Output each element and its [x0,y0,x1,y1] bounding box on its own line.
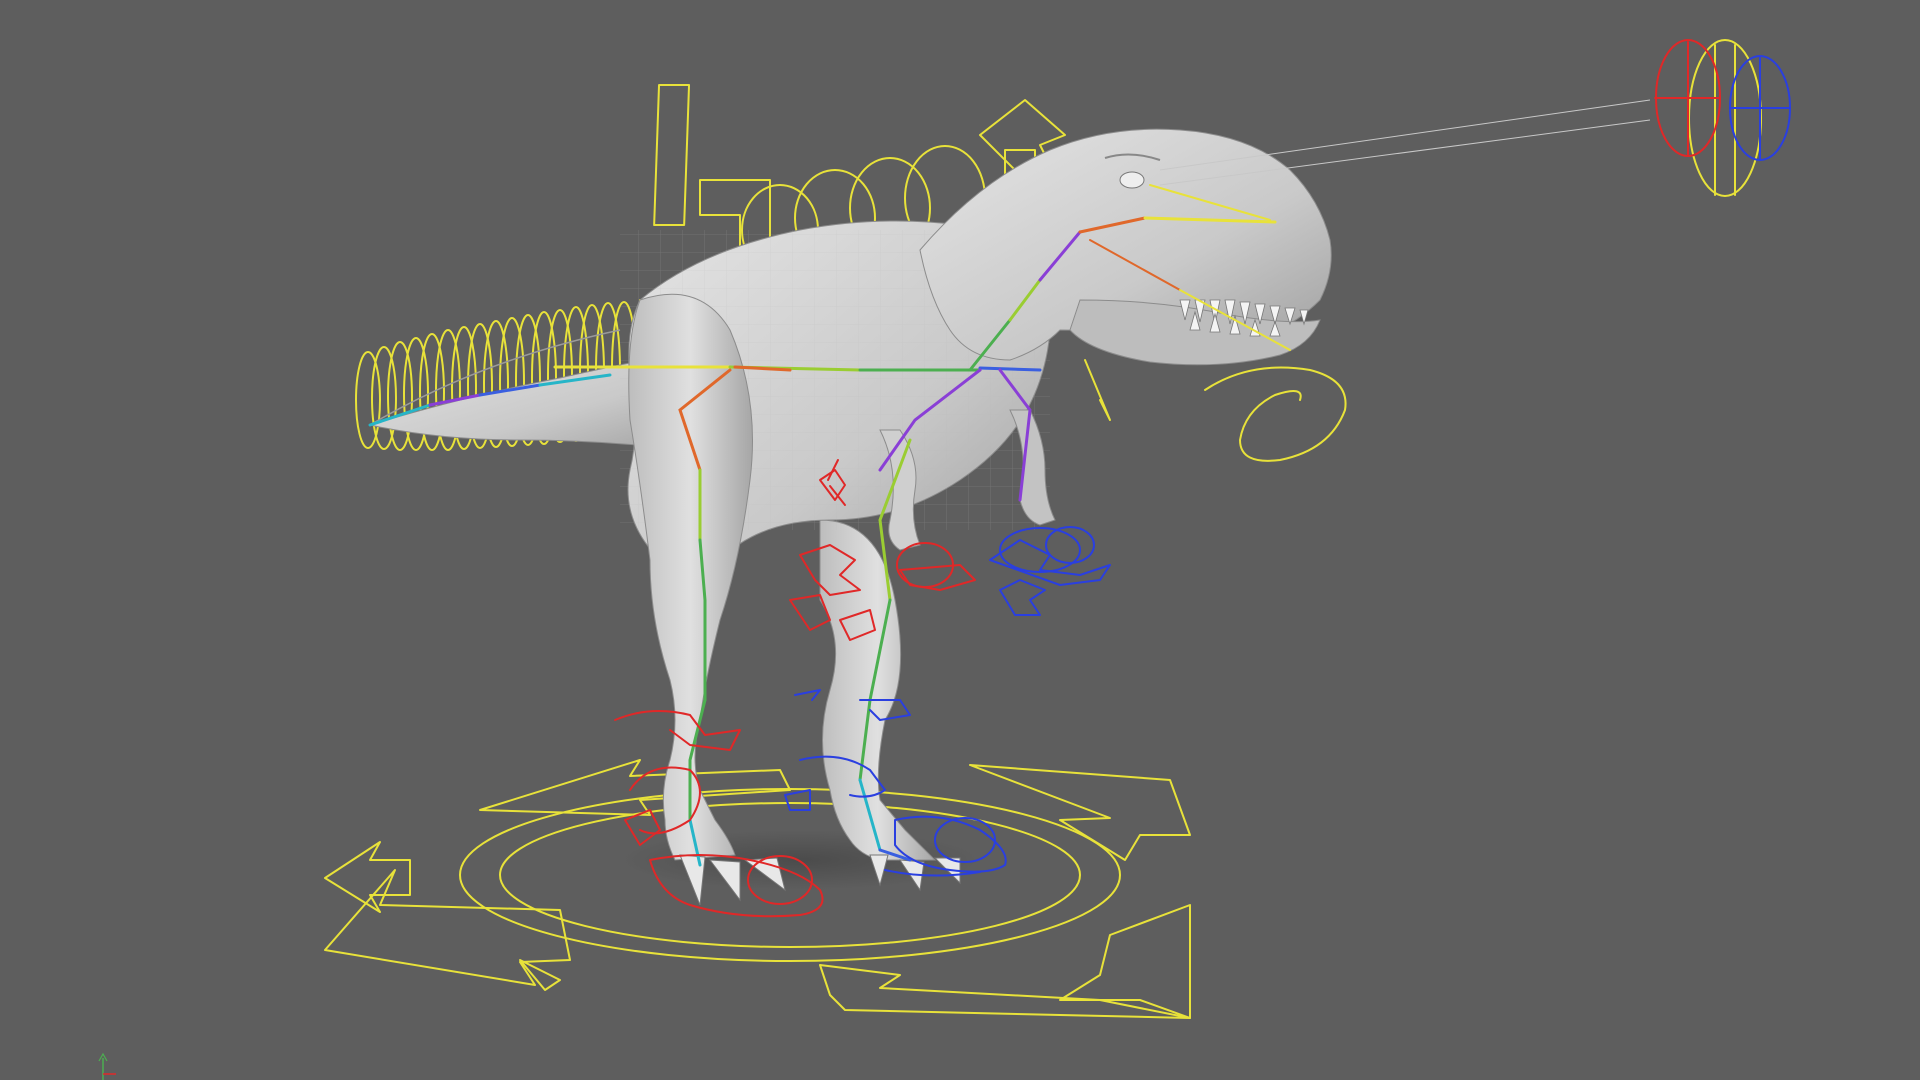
view-axis-icon [98,1052,116,1080]
right-arm-controls[interactable] [989,526,1111,616]
jaw-control[interactable] [1084,359,1347,462]
eye [1119,171,1145,189]
viewport-canvas[interactable] [0,0,1920,1080]
trex-mesh[interactable] [369,128,1332,906]
3d-viewport[interactable] [0,0,1920,1080]
far-leg [819,519,937,861]
eye-aim-control[interactable] [1159,39,1791,197]
